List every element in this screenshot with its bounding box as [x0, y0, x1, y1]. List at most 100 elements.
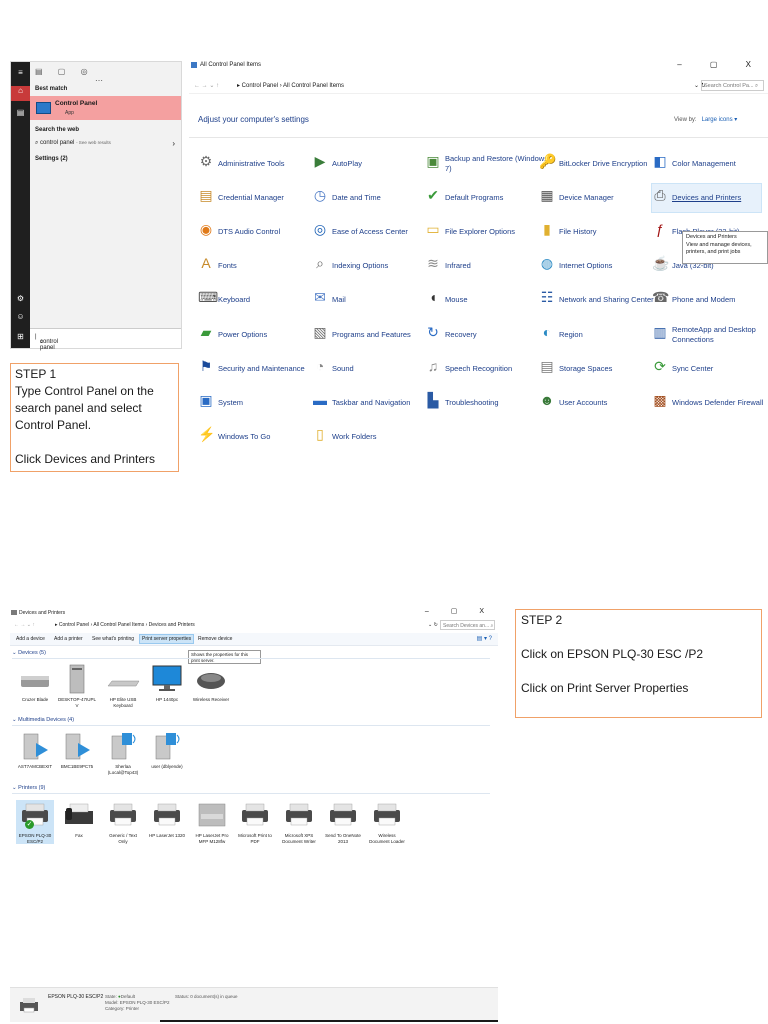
device-item[interactable]: HP Elite USB Keyboard	[104, 664, 142, 708]
cp-item-sound[interactable]: ◔ Sound	[312, 355, 424, 383]
dp-search-input[interactable]: Search Devices an... ⌕	[440, 620, 495, 630]
cp-item-credential-manager[interactable]: ▤ Credential Manager	[198, 184, 310, 212]
web-result-text: control panel	[40, 140, 75, 146]
device-item[interactable]: Microsoft Print to PDF	[236, 800, 274, 844]
device-item[interactable]: HP LaserJet Pro MFP M128fw	[193, 800, 231, 844]
cp-item-device-manager[interactable]: ▦ Device Manager	[539, 184, 651, 212]
cp-item-storage-spaces[interactable]: ▤ Storage Spaces	[539, 355, 651, 383]
cp-item-indexing-options[interactable]: ⌕ Indexing Options	[312, 252, 424, 280]
nav-arrows-icon[interactable]: ← → ⌄ ↑	[194, 82, 219, 89]
settings-results-label[interactable]: Settings (2)	[35, 156, 68, 162]
cp-item-devices-and-printers[interactable]: ⎙ Devices and Printers	[651, 183, 762, 213]
dp-window-controls[interactable]: – ▢ X	[425, 607, 494, 615]
sync-center-icon: ⟳	[654, 358, 666, 374]
cp-item-taskbar-and-navigation[interactable]: ▬ Taskbar and Navigation	[312, 389, 424, 417]
multimedia-group-header[interactable]: ⌄ Multimedia Devices (4)	[12, 717, 491, 726]
windows-start-icon[interactable]: ⊞	[11, 332, 30, 341]
devices-group-header[interactable]: ⌄ Devices (5)	[12, 650, 490, 659]
tooltip-title: Devices and Printers	[686, 234, 737, 240]
cp-item-power-options[interactable]: ▰ Power Options	[198, 321, 310, 349]
devices-printers-tooltip: Devices and Printers View and manage dev…	[682, 231, 768, 264]
cp-item-region[interactable]: ◐ Region	[539, 321, 651, 349]
documents-icon[interactable]: ▤	[11, 108, 30, 117]
device-item[interactable]: Wireless Receiver	[192, 664, 230, 703]
web-filter-icon[interactable]: ◎	[81, 67, 88, 76]
cp-item-keyboard[interactable]: ⌨ Keyboard	[198, 286, 310, 314]
device-item[interactable]: BMC1BE9PC75	[58, 731, 96, 770]
web-result-row[interactable]: ⌕ control panel - See web results ›	[35, 139, 177, 148]
device-item[interactable]: DESKTOP-47IUPL V	[58, 664, 96, 708]
cp-item-recovery[interactable]: ↻ Recovery	[425, 321, 537, 349]
cp-item-work-folders[interactable]: ▯ Work Folders	[312, 423, 424, 451]
device-item[interactable]: user (dblyende)	[148, 731, 186, 770]
settings-icon[interactable]: ⚙	[11, 294, 30, 303]
device-item[interactable]: ✓ EPSON PLQ-30 ESC/P2	[16, 800, 54, 844]
cp-item-date-and-time[interactable]: ◷ Date and Time	[312, 184, 424, 212]
horizontal-scrollbar[interactable]	[160, 1020, 498, 1022]
cp-item-file-explorer-options[interactable]: ▭ File Explorer Options	[425, 218, 537, 246]
device-item[interactable]: AST7AMCBEXIT	[16, 731, 54, 770]
cp-item-security-and-maintenance[interactable]: ⚑ Security and Maintenance	[198, 355, 310, 383]
cp-search-input[interactable]: Search Control Pa... ⌕	[701, 80, 764, 91]
home-icon[interactable]: ⌂	[11, 86, 30, 101]
apps-filter-icon[interactable]: ▤	[35, 67, 43, 76]
device-item[interactable]: HP LaserJet 1320	[148, 800, 186, 839]
cp-item-troubleshooting[interactable]: ▙ Troubleshooting	[425, 389, 537, 417]
start-search-input[interactable]: ⌕ control panel |	[30, 328, 181, 351]
cp-item-windows-defender-firewall[interactable]: ▩ Windows Defender Firewall	[652, 389, 764, 417]
cp-item-file-history[interactable]: ▮ File History	[539, 218, 651, 246]
view-options-icon[interactable]: ▤ ▾ ?	[477, 635, 492, 642]
cp-item-sync-center[interactable]: ⟳ Sync Center	[652, 355, 764, 383]
more-options-icon[interactable]: ⋯	[95, 76, 103, 85]
device-item[interactable]: Send To OneNote 2013	[324, 800, 362, 844]
cp-item-label: Mouse	[445, 295, 468, 304]
dp-breadcrumb[interactable]: ▸ Control Panel › All Control Panel Item…	[55, 622, 195, 628]
device-item[interactable]: Generic / Text Only	[104, 800, 142, 844]
cp-breadcrumb[interactable]: ▸ Control Panel › All Control Panel Item…	[237, 82, 344, 89]
add-printer-button[interactable]: Add a printer	[54, 636, 83, 642]
cp-item-windows-to-go[interactable]: ⚡ Windows To Go	[198, 423, 310, 451]
cp-item-autoplay[interactable]: ▶ AutoPlay	[312, 150, 424, 178]
cp-item-phone-and-modem[interactable]: ☎ Phone and Modem	[652, 286, 764, 314]
cp-item-programs-and-features[interactable]: ▧ Programs and Features	[312, 321, 424, 349]
queue-status: Status: 0 document(s) in queue	[175, 994, 238, 999]
see-whats-printing-button[interactable]: See what's printing	[92, 636, 134, 642]
device-item[interactable]: Wireless Document Loader	[368, 800, 406, 844]
cp-item-administrative-tools[interactable]: ⚙ Administrative Tools	[198, 150, 310, 178]
printers-group-header[interactable]: ⌄ Printers (9)	[12, 785, 495, 794]
device-item[interactable]: Microsoft XPS Document Writer	[280, 800, 318, 844]
cp-item-remoteapp-and-desktop-connections[interactable]: ▥ RemoteApp and Desktop Connections	[652, 321, 764, 349]
documents-filter-icon[interactable]: ▢	[58, 67, 66, 76]
cp-item-network-and-sharing-center[interactable]: ☷ Network and Sharing Center	[539, 286, 654, 314]
cp-item-color-management[interactable]: ◧ Color Management	[652, 150, 764, 178]
hamburger-icon[interactable]: ≡	[11, 68, 30, 77]
cp-item-backup-and-restore-windows-7[interactable]: ▣ Backup and Restore (Windows 7)	[425, 150, 548, 178]
control-panel-best-match[interactable]: Control Panel App	[30, 96, 181, 120]
device-item[interactable]: Cruzer Blade	[16, 664, 54, 703]
nav-arrows-icon[interactable]: ← → ⌄ ↑	[14, 622, 35, 628]
print-server-properties-button[interactable]: Print server properties	[139, 634, 195, 644]
cp-item-mouse[interactable]: ◖ Mouse	[425, 286, 537, 314]
cp-item-user-accounts[interactable]: ☻ User Accounts	[539, 389, 651, 417]
cp-item-internet-options[interactable]: ◍ Internet Options	[539, 252, 651, 280]
add-device-button[interactable]: Add a device	[16, 636, 45, 642]
cp-item-fonts[interactable]: A Fonts	[198, 252, 310, 280]
user-icon[interactable]: ☺	[11, 312, 30, 321]
remove-device-button[interactable]: Remove device	[198, 636, 232, 642]
cp-item-bitlocker-drive-encryption[interactable]: 🔑 BitLocker Drive Encryption	[539, 150, 651, 178]
view-by-dropdown[interactable]: Large icons ▾	[702, 117, 738, 123]
refresh-icon[interactable]: ⌄ ↻	[428, 622, 438, 628]
chevron-right-icon[interactable]: ›	[172, 139, 175, 148]
cp-item-infrared[interactable]: ≋ Infrared	[425, 252, 537, 280]
device-item[interactable]: Fax	[60, 800, 98, 839]
cp-item-ease-of-access-center[interactable]: ◎ Ease of Access Center	[312, 218, 424, 246]
cp-item-dts-audio-control[interactable]: ◉ DTS Audio Control	[198, 218, 310, 246]
cp-item-speech-recognition[interactable]: ♫ Speech Recognition	[425, 355, 537, 383]
cp-item-default-programs[interactable]: ✔ Default Programs	[425, 184, 537, 212]
device-item[interactable]: HP 1440pc	[148, 664, 186, 703]
device-item[interactable]: Sherlaa (Local@Top43)	[104, 731, 142, 775]
cp-window-controls[interactable]: – ▢ X	[677, 60, 764, 69]
cp-item-mail[interactable]: ✉ Mail	[312, 286, 424, 314]
cp-item-label: Power Options	[218, 330, 268, 339]
cp-item-system[interactable]: ▣ System	[198, 389, 310, 417]
